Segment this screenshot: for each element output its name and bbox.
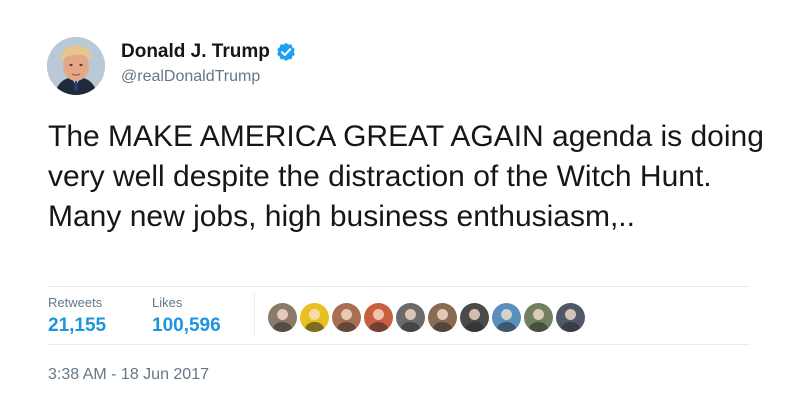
stats-bottom-divider	[48, 344, 750, 345]
tweet-text: The MAKE AMERICA GREAT AGAIN agenda is d…	[48, 120, 764, 233]
user-avatar-icon[interactable]	[522, 301, 555, 334]
user-avatar-icon[interactable]	[490, 301, 523, 334]
stats-separator	[254, 293, 255, 337]
user-avatar-icon[interactable]	[266, 301, 299, 334]
avatar-portrait-icon	[47, 37, 105, 95]
user-avatar-icon[interactable]	[458, 301, 491, 334]
user-avatar-icon[interactable]	[554, 301, 587, 334]
user-avatar-icon[interactable]	[298, 301, 331, 334]
tweet-card: Donald J. Trump @realDonaldTrump The MAK…	[0, 0, 800, 419]
user-avatar-icon[interactable]	[426, 301, 459, 334]
retweets-stat[interactable]: Retweets 21,155	[48, 295, 106, 338]
retweets-label: Retweets	[48, 295, 103, 310]
profile-avatar[interactable]	[47, 37, 105, 95]
author-display-name[interactable]: Donald J. Trump	[121, 41, 270, 63]
likes-stat[interactable]: Likes 100,596	[152, 295, 221, 338]
user-avatar-icon[interactable]	[394, 301, 427, 334]
retweets-count: 21,155	[48, 315, 107, 336]
likes-label: Likes	[152, 295, 183, 310]
likes-count: 100,596	[152, 315, 221, 336]
stats-top-divider	[48, 286, 750, 287]
author-handle[interactable]: @realDonaldTrump	[121, 68, 260, 86]
verified-badge-icon	[276, 42, 296, 62]
user-avatar-icon[interactable]	[330, 301, 363, 334]
tweet-timestamp[interactable]: 3:38 AM - 18 Jun 2017	[48, 366, 209, 384]
author-name-row[interactable]: Donald J. Trump	[121, 40, 296, 64]
user-avatar-icon[interactable]	[362, 301, 395, 334]
likers-avatar-row	[266, 301, 587, 334]
